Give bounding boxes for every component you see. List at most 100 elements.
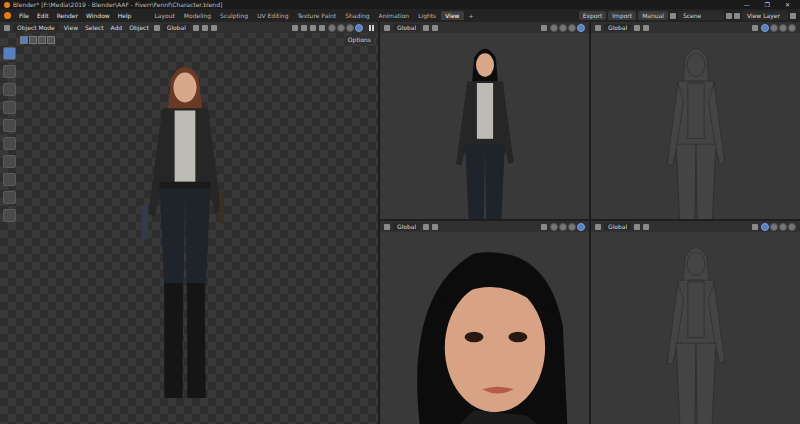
workspace-tab[interactable]: Texture Paint [293,11,340,20]
tool-icon[interactable] [3,101,16,114]
mode-dropdown[interactable]: Object Mode [13,24,59,31]
scene-field[interactable]: Scene [678,11,724,20]
editor-type-icon[interactable] [4,25,10,31]
shading-mode-icon[interactable] [779,223,787,231]
pause-icon[interactable] [369,25,374,31]
menu-item[interactable]: Render [54,11,81,20]
menu-item[interactable]: File [16,11,32,20]
pivot-icon[interactable] [193,25,199,31]
workspace-tab[interactable]: Modeling [180,11,215,20]
shading-mode-icon[interactable] [568,223,576,231]
viewport-menu[interactable]: Add [109,24,125,31]
pivot-icon[interactable] [634,224,640,230]
orientation-icon[interactable] [595,224,601,230]
sub-viewport[interactable]: Global [591,22,800,219]
scene-icon[interactable] [670,13,676,19]
viewport-menu[interactable]: View [62,24,80,31]
options-dropdown[interactable]: Options [345,35,374,44]
orientation-icon[interactable] [595,25,601,31]
main-viewport[interactable]: Object ModeViewSelectAddObject Global Opti… [0,22,378,424]
view-layer-field[interactable]: View Layer [742,11,788,20]
overlay-icon[interactable] [752,25,758,31]
viewport-menu[interactable]: Object [127,24,151,31]
orientation-dropdown[interactable]: Global [604,24,631,31]
shading-mode-icon[interactable] [346,24,354,32]
xray-icon[interactable] [319,25,325,31]
orientation-icon[interactable] [154,25,160,31]
tool-icon[interactable] [3,155,16,168]
shading-mode-icon[interactable] [788,223,796,231]
visibility-icon[interactable] [292,25,298,31]
overlay-icon[interactable] [541,224,547,230]
shading-mode-icon[interactable] [779,24,787,32]
layers-icon[interactable] [734,13,740,19]
snap-icon[interactable] [643,224,649,230]
tool-icon[interactable] [3,209,16,222]
snap-icon[interactable] [643,25,649,31]
blender-menu-icon[interactable] [4,12,11,19]
orientation-dropdown[interactable]: Global [393,24,420,31]
shading-mode-icon[interactable] [770,223,778,231]
menu-item[interactable]: Edit [34,11,52,20]
workspace-tab[interactable]: Lights [414,11,440,20]
sub-viewport[interactable]: Global [591,221,800,424]
orientation-dropdown[interactable]: Global [163,24,190,31]
overlay-icon[interactable] [310,25,316,31]
viewport-menu[interactable]: Select [83,24,106,31]
menu-item[interactable]: Window [83,11,113,20]
pivot-icon[interactable] [634,25,640,31]
shading-mode-icon[interactable] [550,223,558,231]
pivot-icon[interactable] [423,224,429,230]
window-control[interactable]: — [738,1,756,8]
proportional-icon[interactable] [211,25,217,31]
shading-mode-icon[interactable] [788,24,796,32]
overlay-icon[interactable] [541,25,547,31]
shading-mode-icon[interactable] [559,24,567,32]
orientation-icon[interactable] [384,25,390,31]
workspace-tab[interactable]: UV Editing [253,11,292,20]
workspace-tab[interactable]: Animation [375,11,414,20]
gizmo-icon[interactable] [301,25,307,31]
top-button[interactable]: Export [579,11,607,20]
tool-icon[interactable] [3,65,16,78]
new-scene-icon[interactable] [726,13,732,19]
snap-icon[interactable] [202,25,208,31]
window-control[interactable]: ✕ [779,1,796,8]
snap-icon[interactable] [432,25,438,31]
shading-mode-icon[interactable] [337,24,345,32]
shading-mode-icon[interactable] [761,24,769,32]
orientation-dropdown[interactable]: Global [393,223,420,230]
tool-icon[interactable] [3,83,16,96]
shading-mode-icon[interactable] [761,223,769,231]
shading-mode-icon[interactable] [577,223,585,231]
select-mode-icon[interactable] [47,36,55,44]
select-mode-icon[interactable] [29,36,37,44]
snap-icon[interactable] [432,224,438,230]
shading-mode-icon[interactable] [550,24,558,32]
new-layer-icon[interactable] [790,13,796,19]
workspace-tab[interactable]: Layout [150,11,178,20]
tool-icon[interactable] [3,173,16,186]
sub-viewport[interactable]: Global [380,221,589,424]
workspace-tab[interactable]: Sculpting [216,11,252,20]
workspace-tab[interactable]: View [441,11,463,20]
shading-mode-icon[interactable] [355,24,363,32]
shading-mode-icon[interactable] [328,24,336,32]
shading-mode-icon[interactable] [577,24,585,32]
window-control[interactable]: ❐ [759,1,776,8]
shading-mode-icon[interactable] [568,24,576,32]
overlay-icon[interactable] [752,224,758,230]
orientation-dropdown[interactable]: Global [604,223,631,230]
top-button[interactable]: Import [608,11,636,20]
select-mode-icon[interactable] [38,36,46,44]
tool-icon[interactable] [3,191,16,204]
orientation-icon[interactable] [384,224,390,230]
select-mode-icon[interactable] [20,36,28,44]
workspace-tab[interactable]: Shading [341,11,373,20]
shading-mode-icon[interactable] [559,223,567,231]
tool-icon[interactable] [3,119,16,132]
menu-item[interactable]: Help [115,11,135,20]
shading-mode-icon[interactable] [770,24,778,32]
tool-icon[interactable] [3,47,16,60]
pivot-icon[interactable] [423,25,429,31]
